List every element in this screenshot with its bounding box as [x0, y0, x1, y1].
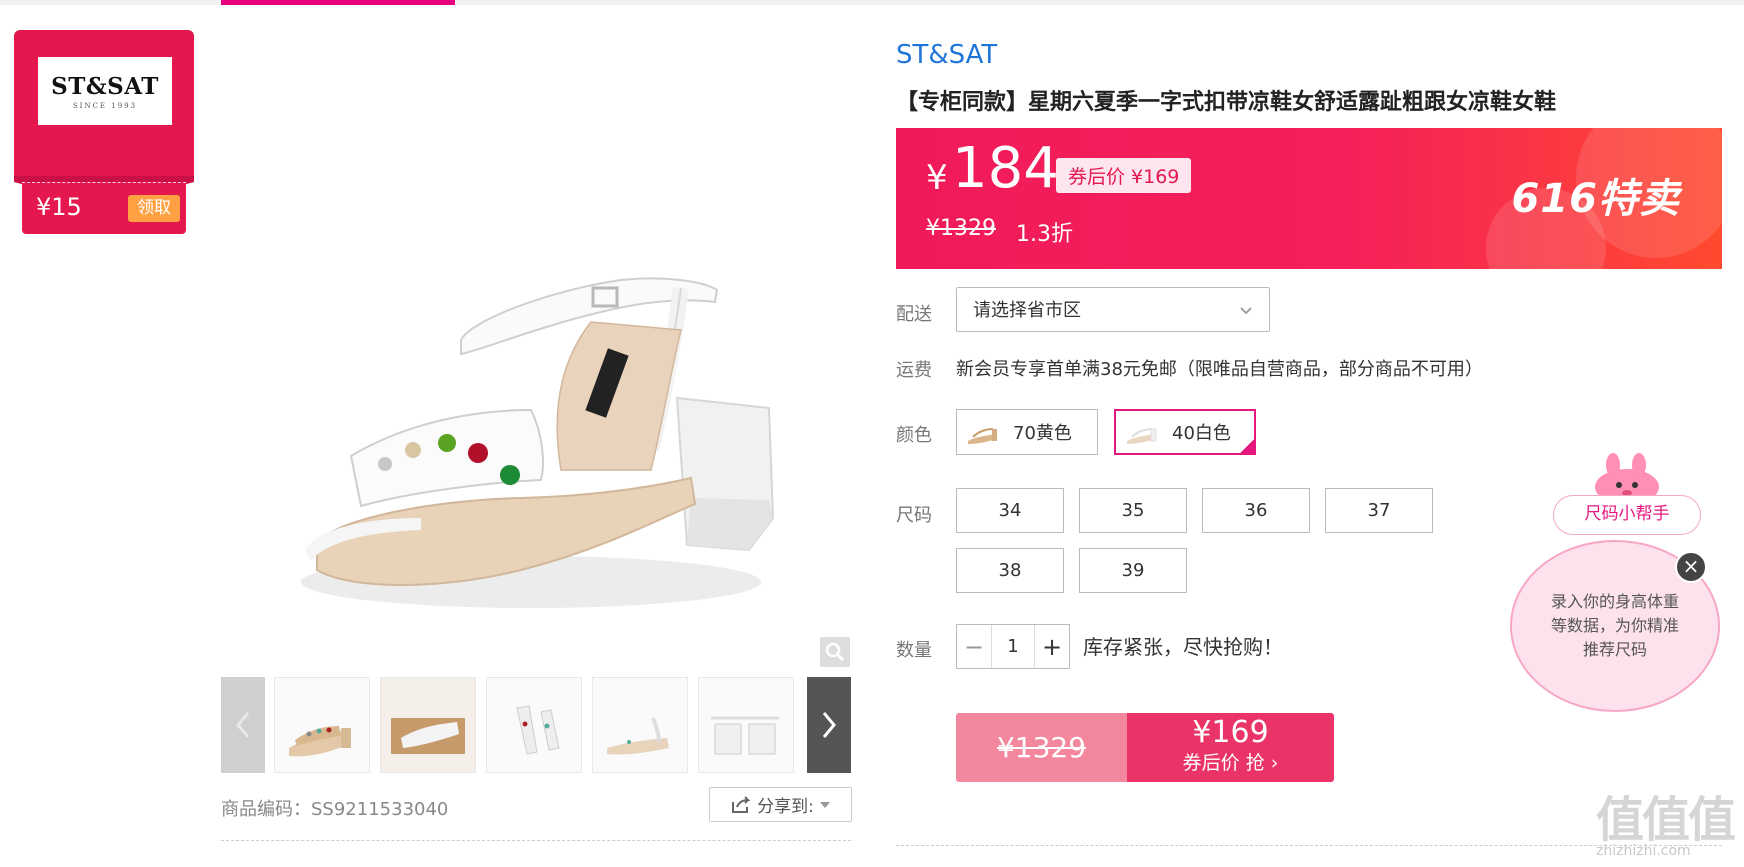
discount-rate: 1.3折 [1016, 222, 1073, 247]
buy-original-price[interactable]: ¥1329 [956, 713, 1127, 782]
brand-coupon: ¥15 领取 [22, 182, 186, 234]
product-title: 【专柜同款】星期六夏季一字式扣带凉鞋女舒适露趾粗跟女凉鞋女鞋 [896, 90, 1557, 115]
coupon-price-tag: 券后价 ¥169 [1056, 158, 1192, 193]
close-icon[interactable]: × [1675, 551, 1707, 583]
color-swatch-image [1127, 428, 1157, 444]
quantity-input[interactable]: 1 [991, 625, 1035, 668]
thumbnail-3[interactable] [486, 677, 582, 773]
caret-down-icon [819, 801, 830, 808]
thumbnail-4[interactable] [592, 677, 688, 773]
color-option-label: 40白色 [1172, 423, 1231, 444]
shipping-text: 新会员专享首单满38元免邮（限唯品自营商品，部分商品不可用） [956, 359, 1483, 380]
selected-check-icon [1238, 437, 1256, 455]
size-option-38[interactable]: 38 [956, 548, 1064, 593]
share-icon [732, 795, 751, 813]
magnifier-icon [825, 642, 845, 662]
color-option-white[interactable]: 40白色 [1114, 409, 1256, 455]
thumbnail-prev-button[interactable] [221, 677, 265, 773]
buy-subtext: 券后价 抢 › [1182, 752, 1279, 774]
share-button[interactable]: 分享到: [709, 787, 852, 822]
size-helper-text: 录入你的身高体重等数据，为你精准推荐尺码 [1550, 592, 1679, 659]
chevron-right-icon [822, 712, 836, 738]
size-option-34[interactable]: 34 [956, 488, 1064, 533]
buy-price: ¥169 [1192, 715, 1269, 750]
color-label: 颜色 [896, 425, 932, 446]
watermark: 值值值 [1596, 792, 1736, 848]
current-price: 184 [952, 136, 1059, 201]
brand-logo[interactable]: ST&SAT SINCE 1993 [38, 57, 172, 125]
color-option-label: 70黄色 [1013, 423, 1072, 444]
thumbnail-image [711, 716, 779, 755]
thumbnail-5[interactable] [698, 677, 794, 773]
color-option-yellow[interactable]: 70黄色 [956, 409, 1098, 455]
delivery-label: 配送 [896, 304, 932, 325]
sandal-illustration [301, 277, 775, 608]
promo-badge: 616特卖 [1511, 176, 1680, 222]
shipping-label: 运费 [896, 360, 932, 381]
quantity-increase-button[interactable]: + [1035, 625, 1069, 668]
quantity-label: 数量 [896, 640, 932, 661]
size-label: 尺码 [896, 505, 932, 526]
region-select-value: 请选择省市区 [973, 300, 1081, 321]
zoom-button[interactable] [820, 637, 850, 667]
brand-logo-name: ST&SAT [51, 72, 159, 100]
top-tab-bar [0, 0, 1744, 5]
thumbnail-image [516, 705, 560, 755]
buy-now-button[interactable]: ¥169 券后价 抢 › [1127, 713, 1334, 782]
color-swatch-image [968, 428, 997, 444]
main-product-image[interactable] [221, 30, 851, 670]
price-banner: ¥ 184 券后价 ¥169 ¥1329 1.3折 616特卖 [896, 128, 1722, 269]
quantity-stepper: − 1 + [956, 624, 1070, 669]
stock-note: 库存紧张，尽快抢购！ [1083, 635, 1283, 659]
watermark-url: zhizhizhi.com [1596, 843, 1691, 859]
size-option-37[interactable]: 37 [1325, 488, 1433, 533]
brand-coupon-card[interactable]: ST&SAT SINCE 1993 ¥15 领取 [14, 30, 194, 234]
claim-coupon-button[interactable]: 领取 [128, 195, 180, 222]
active-tab-indicator [221, 0, 455, 5]
share-label: 分享到: [757, 797, 814, 817]
divider-left [221, 840, 851, 841]
thumbnail-strip [221, 677, 851, 773]
brand-logo-since: SINCE 1993 [72, 101, 138, 110]
thumbnail-next-button[interactable] [807, 677, 851, 773]
thumbnail-2[interactable] [380, 677, 476, 773]
original-price: ¥1329 [926, 216, 996, 241]
chevron-down-icon [1239, 288, 1253, 333]
quantity-decrease-button[interactable]: − [957, 625, 991, 668]
chevron-left-icon [236, 712, 250, 738]
brand-link[interactable]: ST&SAT [896, 40, 997, 70]
size-option-39[interactable]: 39 [1079, 548, 1187, 593]
price-currency: ¥ [926, 158, 948, 198]
thumbnail-image [289, 726, 351, 757]
thumbnail-image [607, 717, 669, 755]
size-helper-tag[interactable]: 尺码小帮手 [1553, 495, 1701, 535]
sku-row: 商品编码：SS9211533040 [221, 795, 448, 821]
coupon-amount: ¥15 [36, 193, 82, 221]
region-select[interactable]: 请选择省市区 [956, 287, 1270, 332]
thumbnail-image [381, 678, 475, 772]
thumbnail-1[interactable] [274, 677, 370, 773]
sku-label: 商品编码： [221, 799, 311, 820]
sku-value: SS9211533040 [311, 799, 449, 820]
size-option-35[interactable]: 35 [1079, 488, 1187, 533]
size-option-36[interactable]: 36 [1202, 488, 1310, 533]
